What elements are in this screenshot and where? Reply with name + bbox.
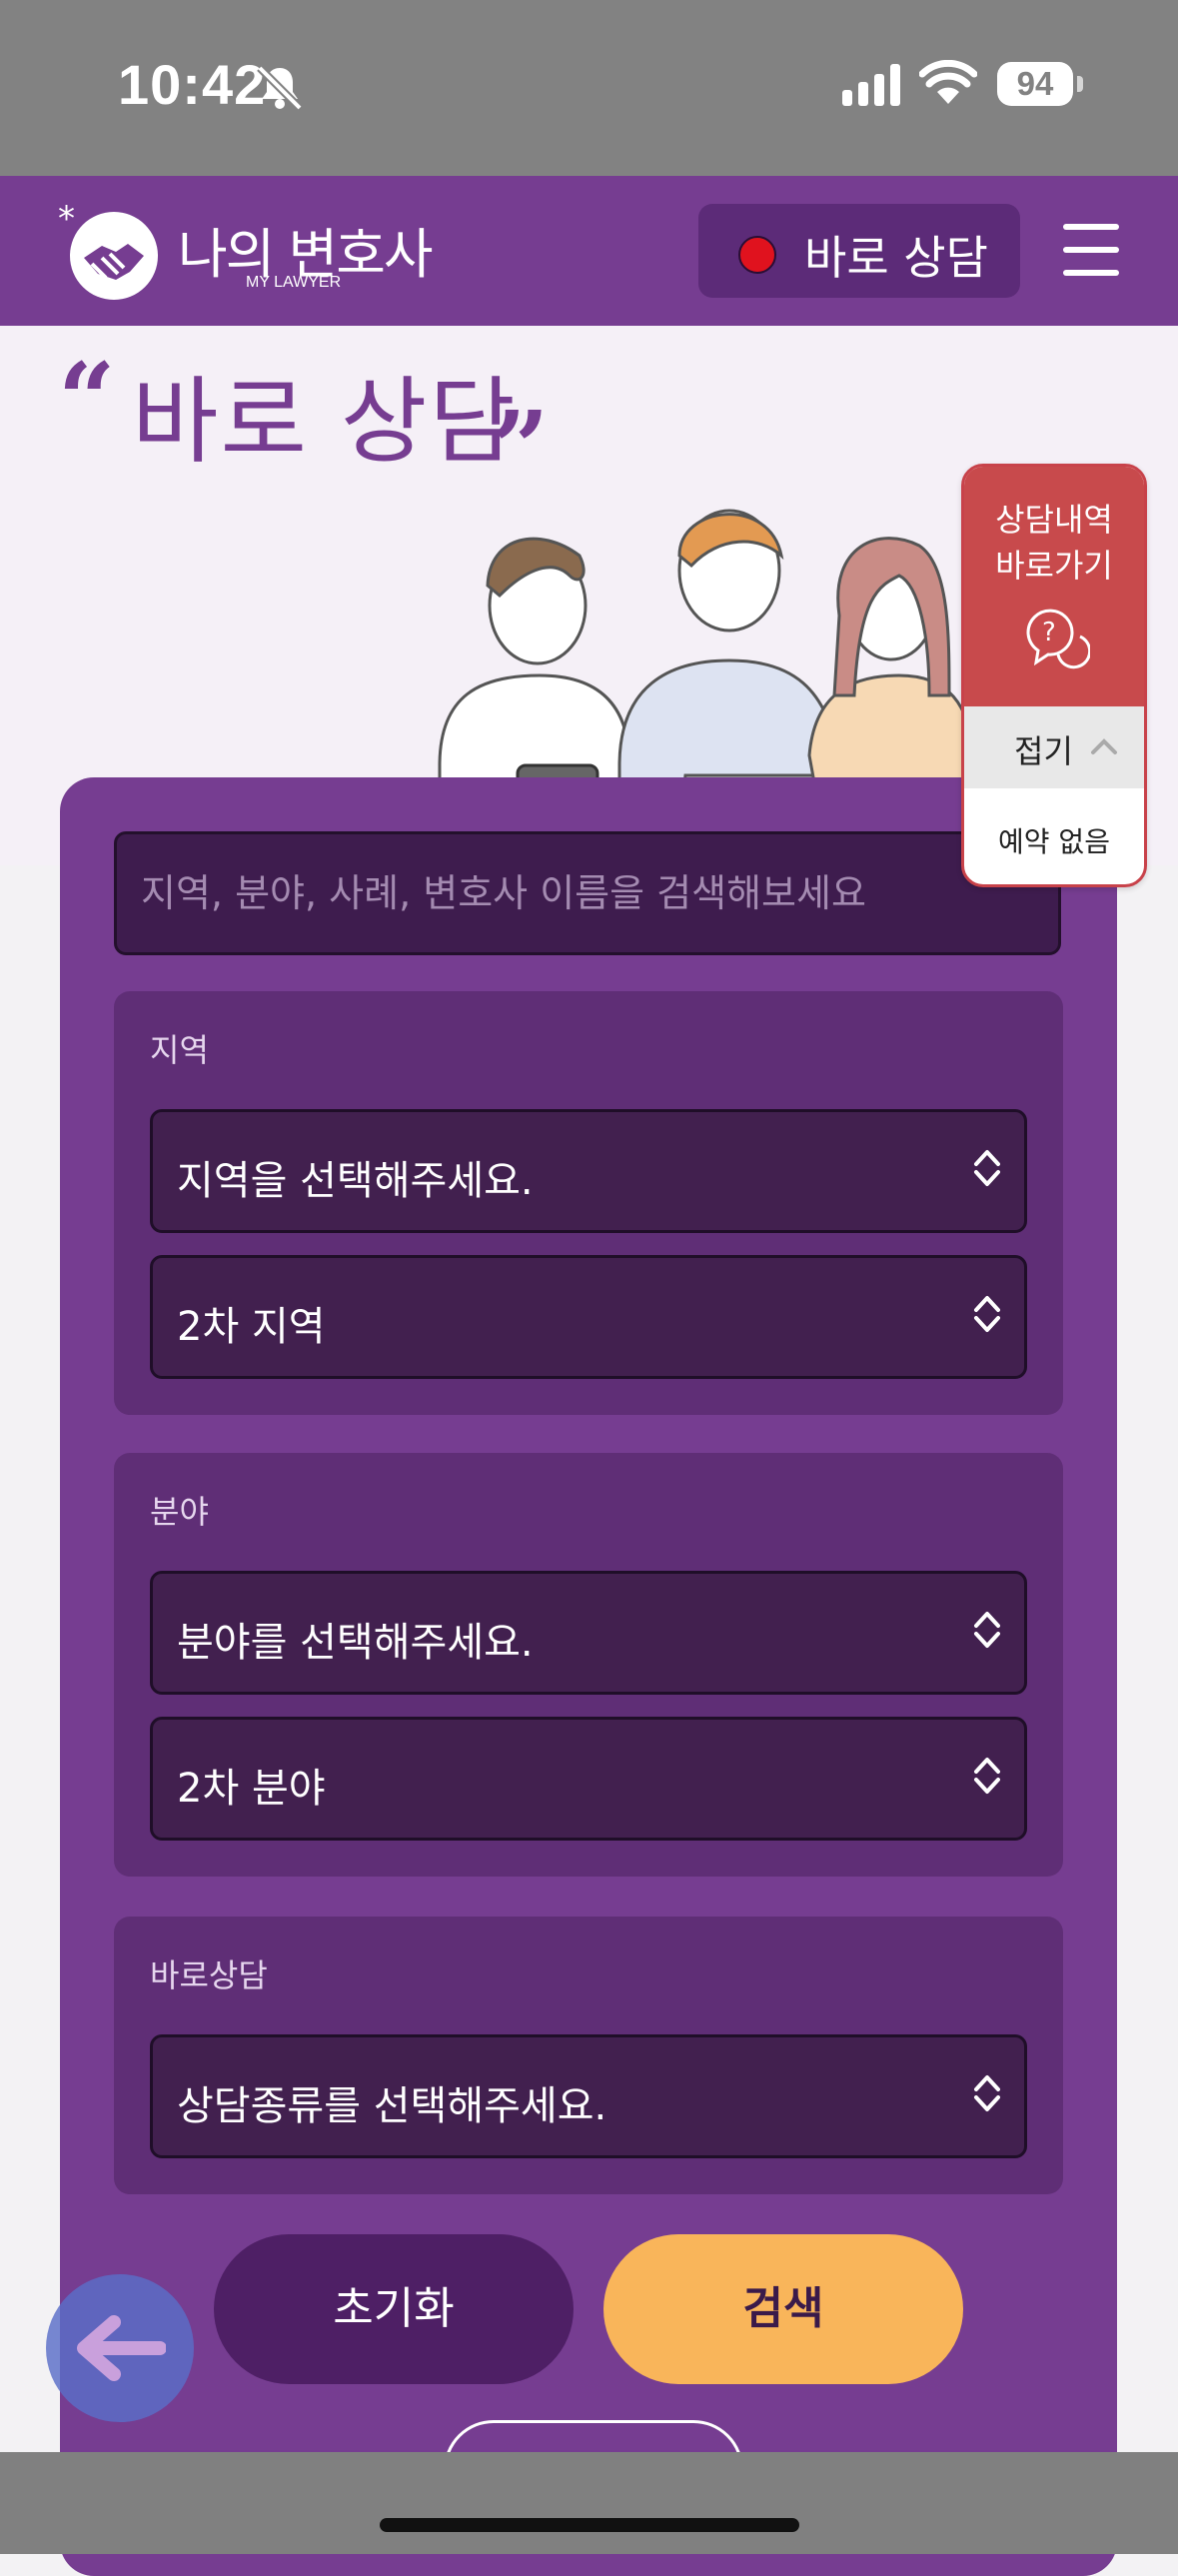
sub-field-select[interactable]: 2차 분야 [150, 1717, 1027, 1841]
collapse-toggle[interactable]: 접기 [964, 706, 1144, 788]
field-label: 분야 [150, 1493, 209, 1531]
select-chevrons-icon [974, 2075, 1000, 2111]
sub-field-select-value: 2차 분야 [177, 1766, 326, 1812]
logo-subtitle: MY LAWYER [246, 274, 342, 291]
search-filter-panel: 지역 지역을 선택해주세요. 2차 지역 분야 분야를 선택해주세요. 2차 분… [60, 777, 1117, 2576]
cellular-signal-icon [842, 64, 900, 106]
arrow-left-icon [77, 2315, 166, 2381]
home-indicator[interactable] [380, 2518, 799, 2532]
consult-type-label: 바로상담 [150, 1956, 268, 1994]
status-time: 10:42 [118, 53, 267, 116]
select-chevrons-icon [974, 1758, 1000, 1794]
region-section: 지역 지역을 선택해주세요. 2차 지역 [114, 991, 1063, 1415]
bottom-safe-area [0, 2452, 1178, 2554]
site-header: * 나의 변호사 MY LAWYER 바로 상담 [0, 176, 1178, 326]
select-chevrons-icon [974, 1612, 1000, 1648]
consult-history-widget: 상담내역 바로가기 ? 접기 예약 없음 [961, 464, 1147, 887]
history-title-line2: 바로가기 [995, 547, 1113, 585]
reset-button[interactable]: 초기화 [214, 2234, 574, 2384]
collapse-label: 접기 [1014, 732, 1073, 770]
search-button[interactable]: 검색 [603, 2234, 963, 2384]
direct-consult-label: 바로 상담 [804, 231, 988, 285]
sub-region-select[interactable]: 2차 지역 [150, 1255, 1027, 1379]
bell-off-icon [257, 65, 303, 111]
status-bar: 10:42 94 [0, 0, 1178, 176]
svg-text:?: ? [1042, 618, 1056, 647]
question-chat-icon: ? [1026, 609, 1090, 669]
field-select-value: 분야를 선택해주세요. [177, 1620, 534, 1666]
region-select[interactable]: 지역을 선택해주세요. [150, 1109, 1027, 1233]
direct-consult-button[interactable]: 바로 상담 [698, 204, 1020, 298]
back-button[interactable] [46, 2274, 194, 2422]
open-quote-icon: “ [58, 341, 116, 459]
select-chevrons-icon [974, 1296, 1000, 1332]
consult-type-select[interactable]: 상담종류를 선택해주세요. [150, 2034, 1027, 2158]
select-chevrons-icon [974, 1150, 1000, 1186]
svg-text:*: * [58, 202, 75, 239]
region-label: 지역 [150, 1031, 209, 1069]
wifi-icon [919, 60, 977, 104]
consult-type-select-value: 상담종류를 선택해주세요. [177, 2083, 607, 2129]
field-select[interactable]: 분야를 선택해주세요. [150, 1571, 1027, 1695]
sub-region-select-value: 2차 지역 [177, 1304, 326, 1350]
consult-history-title: 상담내역 바로가기 [964, 497, 1144, 589]
battery-indicator: 94 [997, 62, 1073, 106]
search-input[interactable] [114, 831, 1061, 955]
consult-type-section: 바로상담 상담종류를 선택해주세요. [114, 1917, 1063, 2194]
chevron-up-icon [1091, 738, 1117, 754]
field-section: 분야 분야를 선택해주세요. 2차 분야 [114, 1453, 1063, 1877]
live-dot-icon [738, 236, 776, 274]
consult-history-link[interactable]: 상담내역 바로가기 ? [964, 467, 1144, 706]
region-select-value: 지역을 선택해주세요. [177, 1158, 534, 1204]
hamburger-menu-icon[interactable] [1063, 224, 1119, 276]
battery-tip [1077, 76, 1083, 92]
history-title-line1: 상담내역 [995, 501, 1113, 539]
no-reservation-text: 예약 없음 [998, 825, 1110, 858]
handshake-logo-icon[interactable]: * [58, 202, 168, 302]
